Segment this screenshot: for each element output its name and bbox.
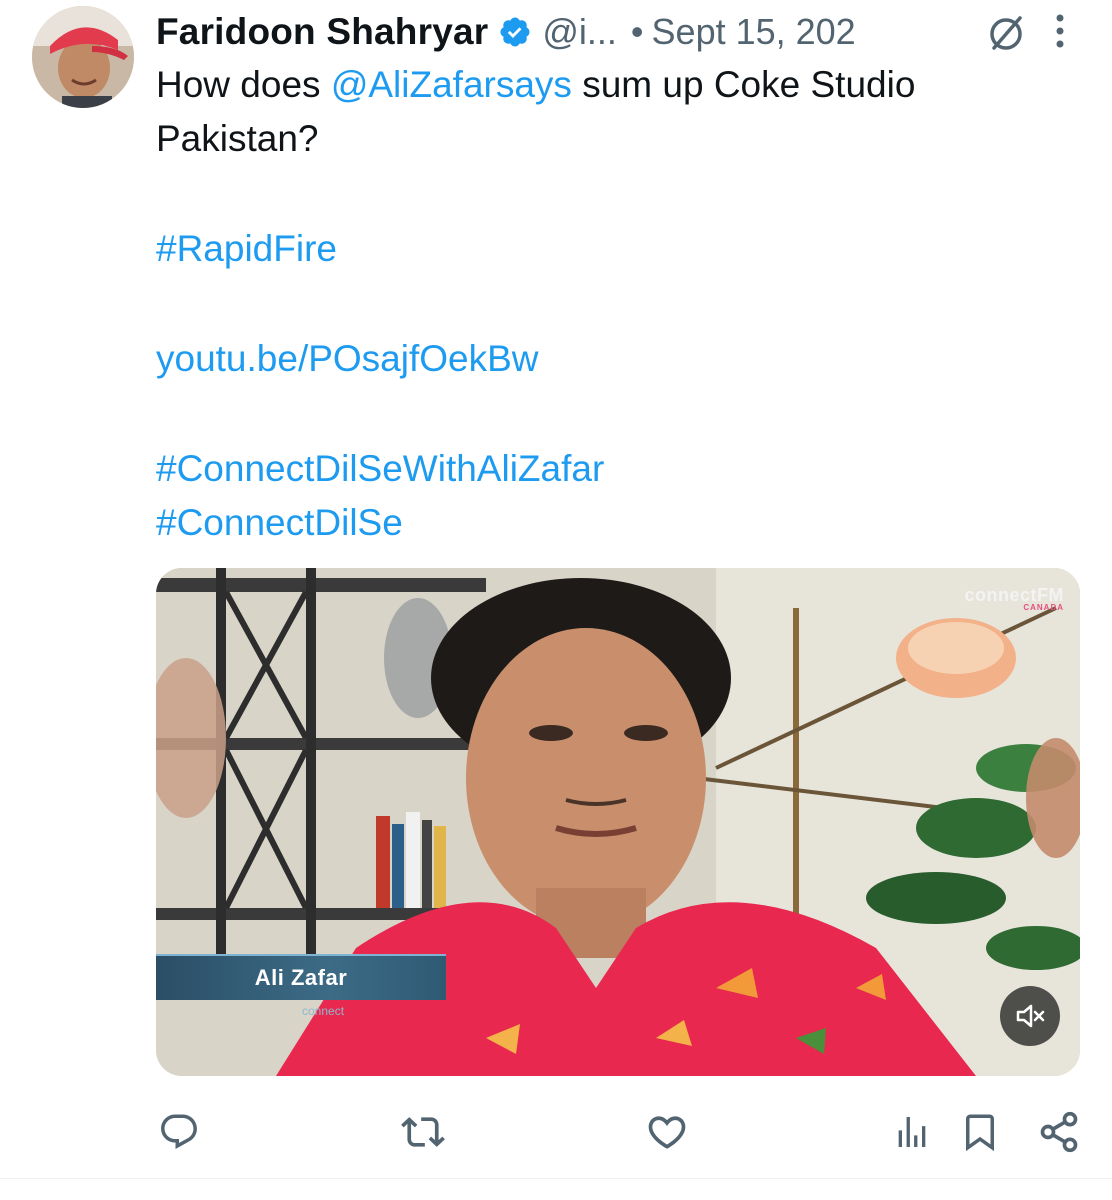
tweet-text-line-1: How does @AliZafarsays sum up Coke Studi…	[156, 58, 1056, 112]
hashtag-connectdilsewithalizafar-link[interactable]: #ConnectDilSeWithAliZafar	[156, 442, 1056, 496]
watermark-sub-text: CANADA	[1023, 603, 1064, 612]
lower-third-name: Ali Zafar	[254, 965, 348, 990]
verified-badge-icon	[500, 17, 530, 47]
tweet-text-suffix: sum up Coke Studio	[571, 64, 916, 105]
like-icon	[648, 1116, 686, 1149]
hashtag-rapidfire-link[interactable]: #RapidFire	[156, 222, 1056, 276]
tweet-text-line-2: Pakistan?	[156, 118, 319, 159]
views-icon	[898, 1117, 926, 1147]
repost-icon	[401, 1117, 445, 1147]
author-display-name[interactable]: Faridoon Shahryar	[156, 11, 488, 53]
watermark-main-text: connectFM	[964, 585, 1064, 605]
video-player[interactable]: connectFM CANADA Ali Zafar connect	[156, 568, 1080, 1076]
connectfm-watermark: connectFM CANADA	[964, 586, 1064, 612]
tweet-timestamp[interactable]: Sept 15, 202	[652, 11, 856, 53]
more-options-icon[interactable]	[1050, 10, 1070, 52]
volume-muted-icon	[1016, 1004, 1045, 1028]
tweet-header: Faridoon Shahryar @i... • Sept 15, 202	[156, 8, 1086, 56]
grok-icon[interactable]	[984, 10, 1028, 54]
bookmark-button[interactable]	[956, 1104, 1004, 1160]
header-separator: •	[630, 11, 644, 52]
reply-icon	[161, 1114, 197, 1149]
repost-button[interactable]	[396, 1104, 450, 1160]
tweet-action-bar	[0, 1104, 1112, 1164]
like-button[interactable]	[640, 1104, 694, 1160]
views-button[interactable]	[888, 1104, 936, 1160]
author-avatar[interactable]	[32, 6, 134, 108]
share-button[interactable]	[1032, 1104, 1086, 1160]
bookmark-icon	[966, 1114, 994, 1152]
author-handle[interactable]: @i...	[542, 11, 617, 53]
reply-button[interactable]	[152, 1104, 206, 1160]
lower-third-name-banner: Ali Zafar	[156, 954, 446, 1000]
hashtag-connectdilse-link[interactable]: #ConnectDilSe	[156, 496, 1056, 550]
tweet-body: How does @AliZafarsays sum up Coke Studi…	[156, 58, 1056, 550]
mute-toggle-button[interactable]	[1000, 986, 1060, 1046]
share-icon	[1040, 1111, 1078, 1153]
youtube-link[interactable]: youtu.be/POsajfOekBw	[156, 332, 1056, 386]
lower-third-brand: connect	[302, 1004, 345, 1018]
mention-link[interactable]: @AliZafarsays	[331, 64, 572, 105]
tweet-text-prefix: How does	[156, 64, 331, 105]
bottom-divider	[0, 1178, 1112, 1179]
